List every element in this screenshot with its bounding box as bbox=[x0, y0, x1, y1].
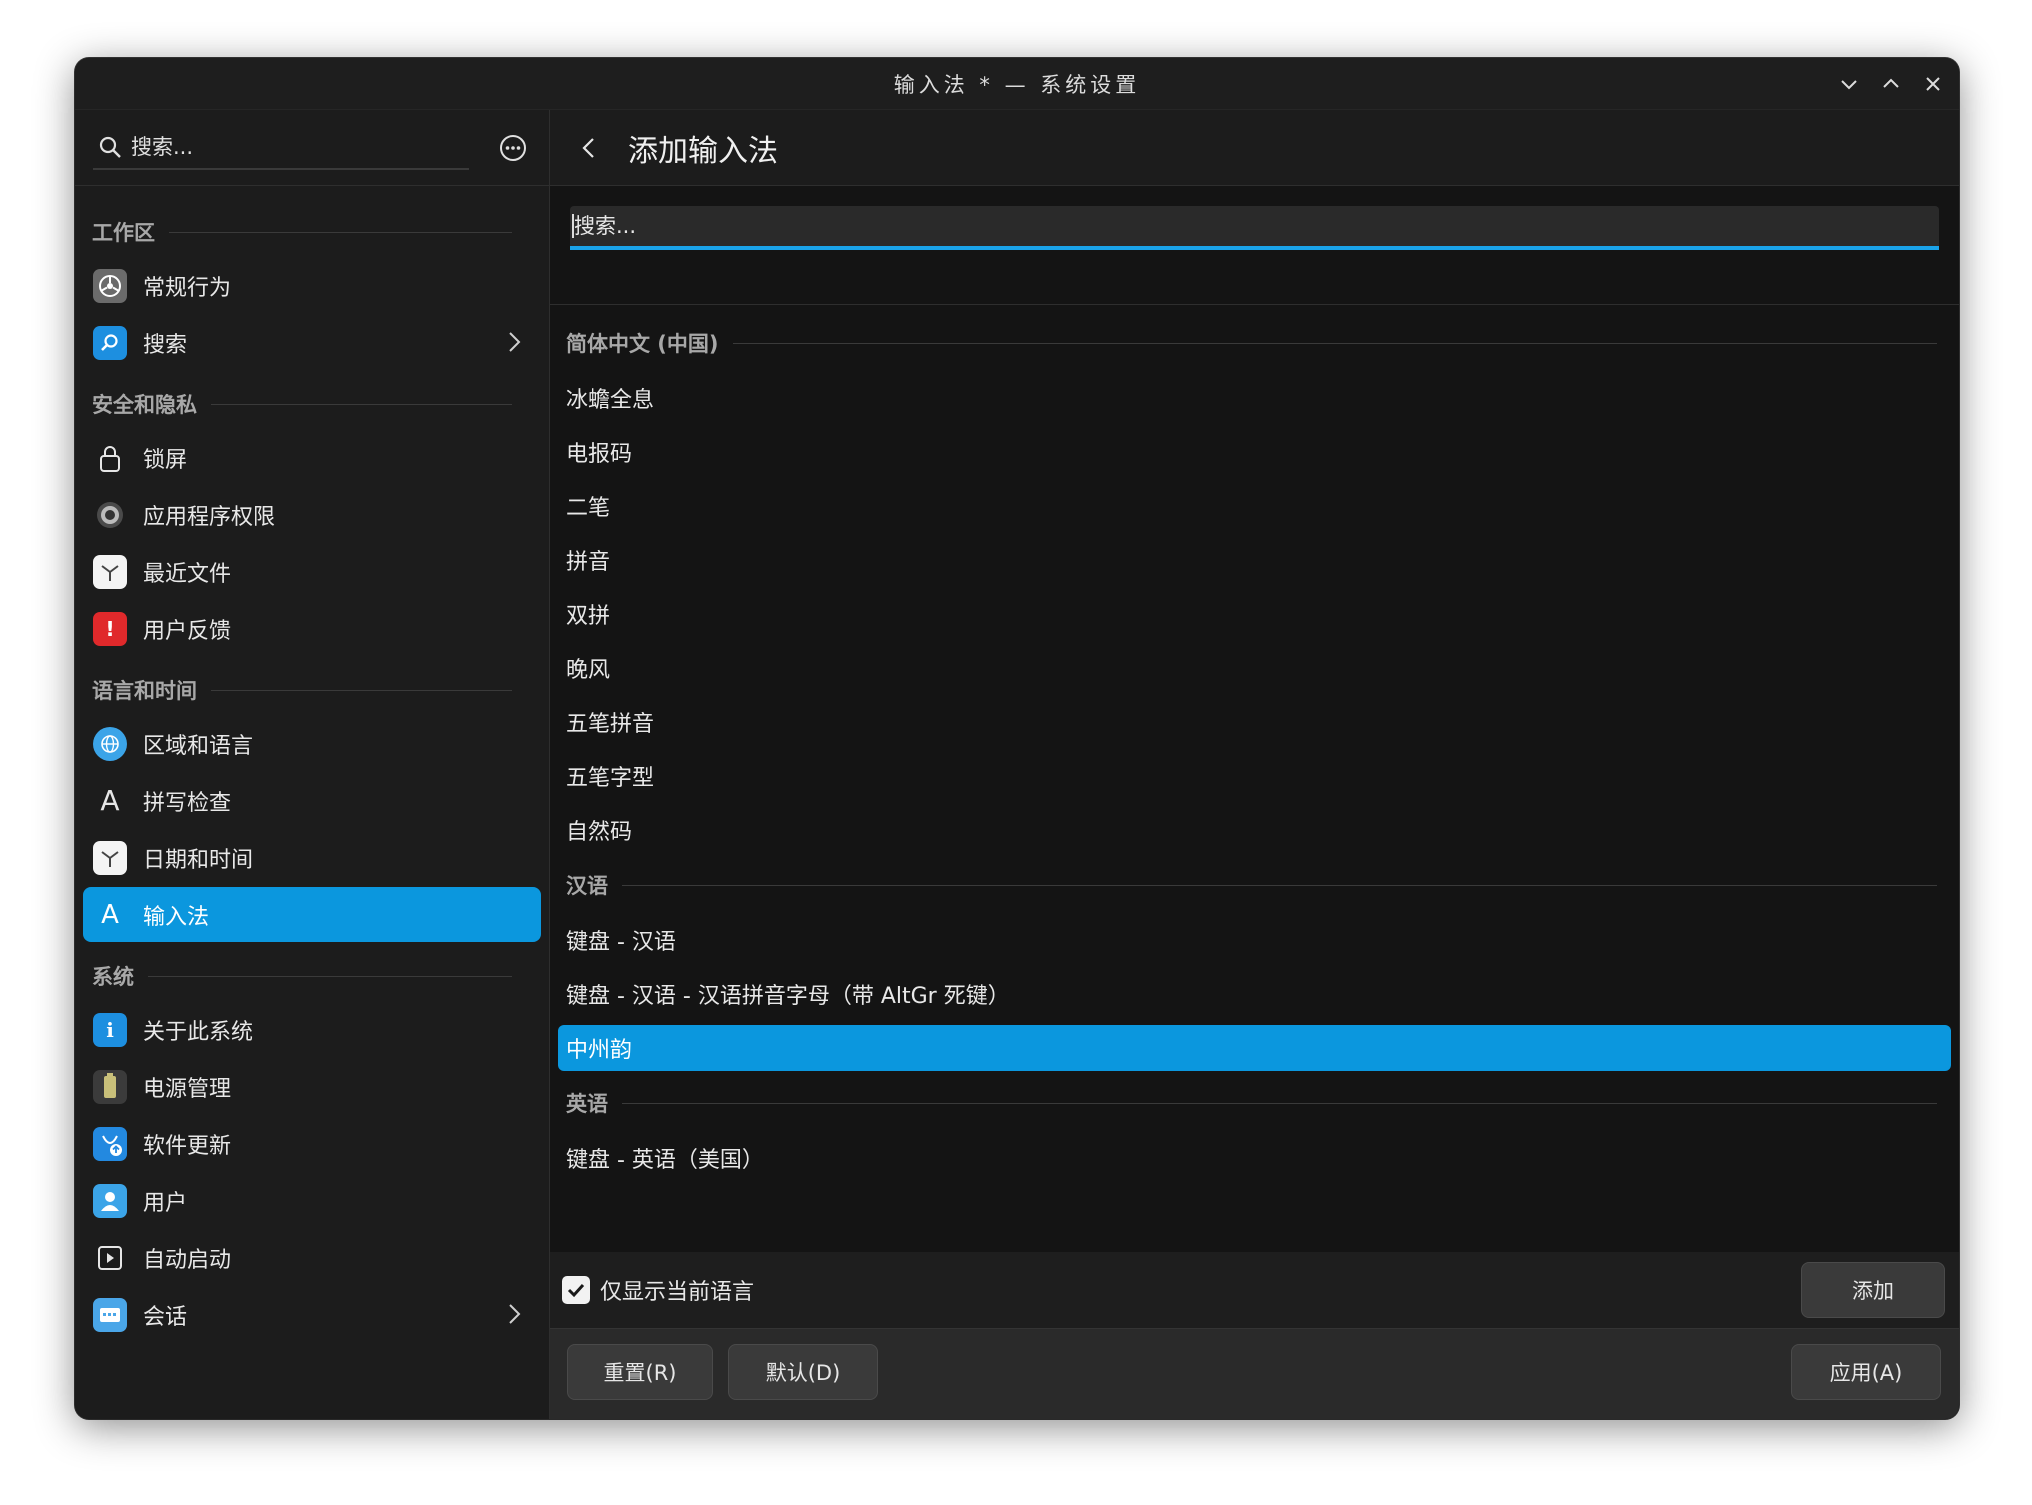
sidebar-item-about-system[interactable]: i 关于此系统 bbox=[83, 1002, 541, 1057]
group-header: 简体中文 (中国) bbox=[558, 315, 1951, 371]
autostart-icon bbox=[93, 1241, 127, 1275]
chevron-right-icon bbox=[509, 332, 521, 352]
list-item[interactable]: 五笔字型 bbox=[558, 749, 1951, 803]
list-item[interactable]: 电报码 bbox=[558, 425, 1951, 479]
sidebar-item-lock-screen[interactable]: 锁屏 bbox=[83, 430, 541, 485]
sidebar-item-date-time[interactable]: 日期和时间 bbox=[83, 830, 541, 885]
main-header: 添加输入法 bbox=[550, 110, 1959, 186]
sidebar-item-users[interactable]: 用户 bbox=[83, 1173, 541, 1228]
list-item[interactable]: 双拼 bbox=[558, 587, 1951, 641]
chevron-up-icon bbox=[1883, 78, 1899, 88]
apply-button[interactable]: 应用(A) bbox=[1791, 1344, 1941, 1400]
add-button[interactable]: 添加 bbox=[1801, 1262, 1945, 1318]
list-item[interactable]: 键盘 - 汉语 - 汉语拼音字母（带 AltGr 死键） bbox=[558, 967, 1951, 1021]
sidebar-item-feedback[interactable]: ! 用户反馈 bbox=[83, 601, 541, 656]
battery-icon bbox=[93, 1069, 127, 1104]
sidebar-list: 工作区 常规行为 搜索 安全和隐私 锁屏 应用程序权限 最近文件 ! 用户反馈 … bbox=[75, 186, 549, 1342]
window-controls bbox=[1835, 58, 1947, 110]
sidebar-item-input-method[interactable]: A 输入法 bbox=[83, 887, 541, 942]
sidebar-item-search[interactable]: 搜索 bbox=[83, 315, 541, 370]
main-panel: 添加输入法 简体中文 (中国) 冰蟾全息 电报码 二笔 拼音 双拼 晚风 五笔拼… bbox=[550, 110, 1959, 1419]
window-title: 输入法 * — 系统设置 bbox=[893, 72, 1141, 97]
list-item[interactable]: 晚风 bbox=[558, 641, 1951, 695]
title-bar[interactable]: 输入法 * — 系统设置 bbox=[75, 58, 1959, 110]
sidebar-item-app-permissions[interactable]: 应用程序权限 bbox=[83, 487, 541, 542]
list-item[interactable]: 自然码 bbox=[558, 803, 1951, 857]
sidebar-search bbox=[93, 125, 469, 170]
maximize-button[interactable] bbox=[1877, 70, 1905, 98]
group-header: 英语 bbox=[558, 1075, 1951, 1131]
checkmark-icon bbox=[567, 1283, 585, 1298]
feedback-icon: ! bbox=[93, 611, 127, 646]
sidebar-item-session[interactable]: 会话 bbox=[83, 1287, 541, 1342]
list-item-selected[interactable]: 中州韵 bbox=[558, 1025, 1951, 1071]
globe-icon bbox=[93, 726, 127, 761]
sidebar-item-software-update[interactable]: 软件更新 bbox=[83, 1116, 541, 1171]
minimize-button[interactable] bbox=[1835, 70, 1863, 98]
input-method-search bbox=[570, 206, 1939, 250]
section-header: 安全和隐私 bbox=[75, 380, 549, 428]
page-title: 添加输入法 bbox=[628, 133, 778, 169]
sidebar-item-spellcheck[interactable]: A 拼写检查 bbox=[83, 773, 541, 828]
search-icon bbox=[99, 136, 121, 158]
clock-icon bbox=[93, 840, 127, 875]
chevron-down-icon bbox=[1841, 80, 1857, 90]
list-options-bar: 仅显示当前语言 添加 bbox=[550, 1252, 1959, 1328]
sidebar-item-general-behavior[interactable]: 常规行为 bbox=[83, 258, 541, 313]
list-item[interactable]: 冰蟾全息 bbox=[558, 371, 1951, 425]
list-item[interactable]: 拼音 bbox=[558, 533, 1951, 587]
close-icon bbox=[1926, 77, 1940, 91]
list-item[interactable]: 二笔 bbox=[558, 479, 1951, 533]
section-header: 系统 bbox=[75, 952, 549, 1000]
info-icon: i bbox=[93, 1012, 127, 1047]
sidebar-toolbar bbox=[75, 110, 549, 186]
lock-icon bbox=[93, 441, 127, 475]
reset-button[interactable]: 重置(R) bbox=[567, 1344, 713, 1400]
dialog-footer: 重置(R) 默认(D) 应用(A) bbox=[550, 1328, 1959, 1419]
app-permissions-icon bbox=[93, 498, 127, 532]
input-method-icon: A bbox=[101, 899, 119, 930]
section-header: 工作区 bbox=[75, 208, 549, 256]
spellcheck-icon: A bbox=[100, 784, 120, 817]
section-header: 语言和时间 bbox=[75, 666, 549, 714]
only-current-language-checkbox[interactable] bbox=[562, 1276, 590, 1304]
user-icon bbox=[93, 1183, 127, 1218]
software-update-icon bbox=[93, 1126, 127, 1161]
recent-files-icon bbox=[93, 554, 127, 589]
more-options-icon[interactable] bbox=[497, 132, 529, 164]
list-item[interactable]: 键盘 - 汉语 bbox=[558, 913, 1951, 967]
search-icon bbox=[93, 325, 127, 360]
chevron-right-icon bbox=[509, 1304, 521, 1324]
close-button[interactable] bbox=[1919, 70, 1947, 98]
only-current-language-label: 仅显示当前语言 bbox=[600, 1280, 755, 1305]
list-item[interactable]: 键盘 - 英语（美国） bbox=[558, 1131, 1951, 1185]
input-method-list: 简体中文 (中国) 冰蟾全息 电报码 二笔 拼音 双拼 晚风 五笔拼音 五笔字型… bbox=[550, 304, 1959, 1252]
sidebar: 工作区 常规行为 搜索 安全和隐私 锁屏 bbox=[75, 110, 550, 1419]
group-header: 汉语 bbox=[558, 857, 1951, 913]
sidebar-item-region-language[interactable]: 区域和语言 bbox=[83, 716, 541, 771]
settings-window: 输入法 * — 系统设置 工作区 bbox=[75, 58, 1959, 1419]
back-arrow-icon[interactable] bbox=[574, 133, 604, 163]
sidebar-item-power[interactable]: 电源管理 bbox=[83, 1059, 541, 1114]
session-icon bbox=[93, 1297, 127, 1332]
input-method-search-input[interactable] bbox=[572, 214, 1939, 238]
default-button[interactable]: 默认(D) bbox=[728, 1344, 878, 1400]
sidebar-search-input[interactable] bbox=[131, 134, 431, 159]
list-item[interactable]: 五笔拼音 bbox=[558, 695, 1951, 749]
sidebar-item-autostart[interactable]: 自动启动 bbox=[83, 1230, 541, 1285]
sidebar-item-recent-files[interactable]: 最近文件 bbox=[83, 544, 541, 599]
general-behavior-icon bbox=[93, 268, 127, 303]
